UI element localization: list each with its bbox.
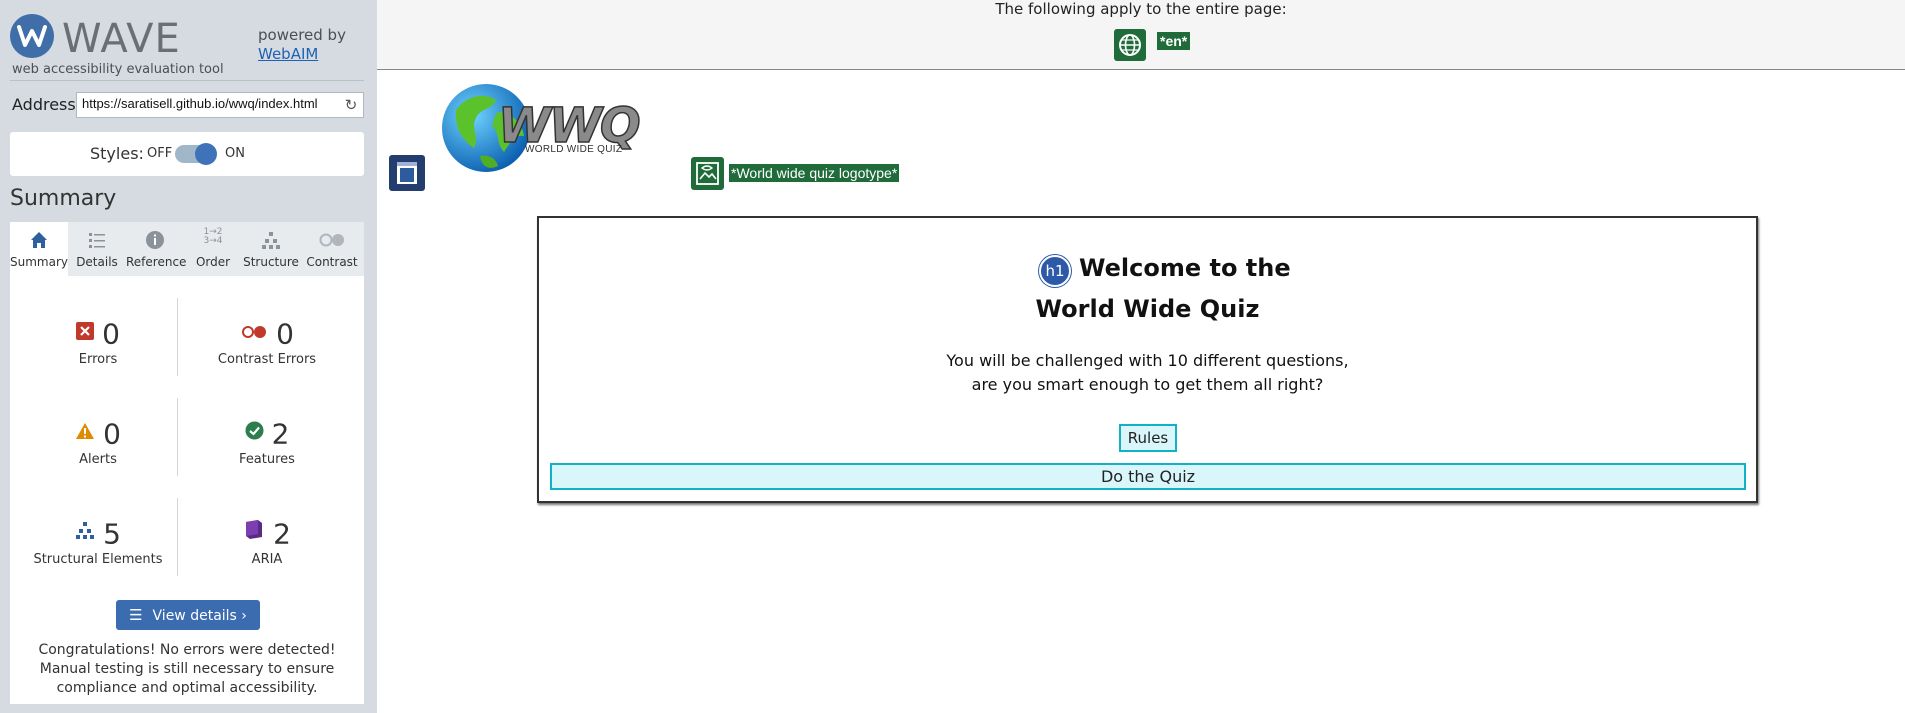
address-input[interactable] bbox=[82, 96, 338, 111]
tab-structure[interactable]: Structure bbox=[242, 222, 300, 276]
order-icon: 1→2 3→4 bbox=[203, 227, 223, 246]
address-row: Address: ↻ bbox=[12, 92, 364, 118]
tab-label: Contrast bbox=[306, 255, 358, 269]
styles-label: Styles: bbox=[90, 144, 144, 163]
stat-alerts[interactable]: 0 Alerts bbox=[18, 416, 178, 467]
aria-count: 2 bbox=[273, 517, 291, 551]
aria-icon bbox=[243, 517, 265, 553]
stat-aria[interactable]: 2 ARIA bbox=[187, 516, 347, 567]
quiz-description: You will be challenged with 10 different… bbox=[539, 349, 1756, 397]
wave-logo-icon bbox=[10, 14, 54, 58]
stat-structural-elements[interactable]: 5 Structural Elements bbox=[18, 516, 178, 568]
view-details-label: View details › bbox=[152, 608, 247, 624]
tab-order[interactable]: 1→2 3→4 Order bbox=[184, 222, 242, 276]
errors-label: Errors bbox=[78, 352, 118, 367]
features-label: Features bbox=[239, 452, 295, 467]
tab-label: Summary bbox=[10, 255, 68, 269]
tab-label: Structure bbox=[243, 255, 299, 269]
alerts-count: 0 bbox=[103, 417, 121, 451]
contrast-error-icon bbox=[240, 317, 268, 353]
wave-sidebar: WAVE web accessibility evaluation tool p… bbox=[0, 0, 377, 713]
contrast-errors-label: Contrast Errors bbox=[217, 352, 317, 367]
features-count: 2 bbox=[271, 417, 290, 451]
tab-details[interactable]: Details bbox=[68, 222, 126, 276]
view-details-button[interactable]: ☰ View details › bbox=[116, 600, 260, 630]
tab-label: Order bbox=[195, 255, 231, 269]
wave-brand: WAVE web accessibility evaluation tool p… bbox=[10, 10, 370, 80]
quiz-welcome-card: h1 Welcome to the World Wide Quiz You wi… bbox=[537, 216, 1758, 503]
styles-toggle-card: Styles: OFF ON bbox=[10, 132, 364, 176]
tab-reference[interactable]: Reference bbox=[126, 222, 187, 276]
contrast-icon bbox=[300, 230, 364, 252]
divider bbox=[10, 80, 364, 81]
wwq-logo: WWQ WORLD WIDE QUIZ bbox=[440, 80, 641, 174]
alt-text-badge: *World wide quiz logotype* bbox=[729, 164, 900, 182]
structural-count: 5 bbox=[103, 517, 121, 551]
aria-landmark-icon[interactable] bbox=[389, 155, 425, 191]
tab-summary[interactable]: Summary bbox=[10, 222, 68, 276]
summary-heading: Summary bbox=[10, 186, 117, 211]
powered-by: powered by WebAIM bbox=[258, 26, 346, 64]
stat-features[interactable]: 2 Features bbox=[187, 416, 347, 468]
wave-tagline: web accessibility evaluation tool bbox=[12, 62, 224, 77]
stat-errors[interactable]: 0 Errors bbox=[18, 316, 178, 367]
feature-icon bbox=[245, 417, 264, 453]
do-the-quiz-button[interactable]: Do the Quiz bbox=[550, 463, 1746, 490]
styles-off-label: OFF bbox=[147, 146, 173, 161]
webaim-link[interactable]: WebAIM bbox=[258, 45, 346, 64]
globe-icon[interactable] bbox=[1114, 29, 1146, 61]
structure-icon bbox=[242, 230, 300, 252]
alert-icon bbox=[75, 417, 95, 453]
list-icon bbox=[68, 230, 126, 252]
tab-label: Details bbox=[76, 255, 118, 269]
contrast-errors-count: 0 bbox=[276, 317, 294, 351]
structural-label: Structural Elements bbox=[33, 552, 163, 567]
powered-by-text: powered by bbox=[258, 26, 346, 44]
panel-tabs: Summary Details Reference 1→2 3→4 Order S… bbox=[10, 222, 364, 276]
page-level-icons-bar: The following apply to the entire page: … bbox=[377, 0, 1905, 70]
address-field: ↻ bbox=[76, 92, 364, 118]
page-level-note: The following apply to the entire page: bbox=[995, 0, 1287, 18]
tab-label: Reference bbox=[126, 255, 187, 269]
wave-title: WAVE bbox=[62, 16, 181, 62]
refresh-icon[interactable]: ↻ bbox=[343, 97, 359, 113]
alt-text-icon[interactable] bbox=[691, 157, 724, 190]
toggle-knob bbox=[195, 143, 217, 165]
error-icon bbox=[76, 317, 95, 353]
styles-toggle[interactable] bbox=[175, 143, 217, 165]
aria-label: ARIA bbox=[251, 552, 283, 567]
stat-contrast-errors[interactable]: 0 Contrast Errors bbox=[187, 316, 347, 368]
page-title-line-2: World Wide Quiz bbox=[1035, 295, 1260, 323]
errors-count: 0 bbox=[102, 317, 120, 351]
heading-h1-icon[interactable]: h1 bbox=[1039, 255, 1071, 287]
structure-icon bbox=[75, 517, 95, 553]
wwq-logo-subtext: WORLD WIDE QUIZ bbox=[525, 144, 623, 155]
alerts-label: Alerts bbox=[79, 452, 117, 467]
language-badge: *en* bbox=[1157, 32, 1191, 50]
list-icon: ☰ bbox=[129, 606, 143, 624]
summary-message: Congratulations! No errors were detected… bbox=[38, 642, 336, 696]
summary-panel: 0 Errors 0 Contrast Errors 0 Alerts 2 Fe… bbox=[10, 276, 364, 704]
description-line-1: You will be challenged with 10 different… bbox=[946, 351, 1349, 370]
tab-contrast[interactable]: Contrast bbox=[300, 222, 364, 276]
rules-button[interactable]: Rules bbox=[1119, 424, 1177, 452]
styles-on-label: ON bbox=[225, 146, 245, 161]
description-line-2: are you smart enough to get them all rig… bbox=[971, 375, 1324, 394]
address-label: Address: bbox=[12, 95, 82, 114]
info-icon bbox=[126, 230, 184, 252]
home-icon bbox=[10, 230, 68, 252]
page-title-line-1: Welcome to the bbox=[1079, 254, 1291, 282]
